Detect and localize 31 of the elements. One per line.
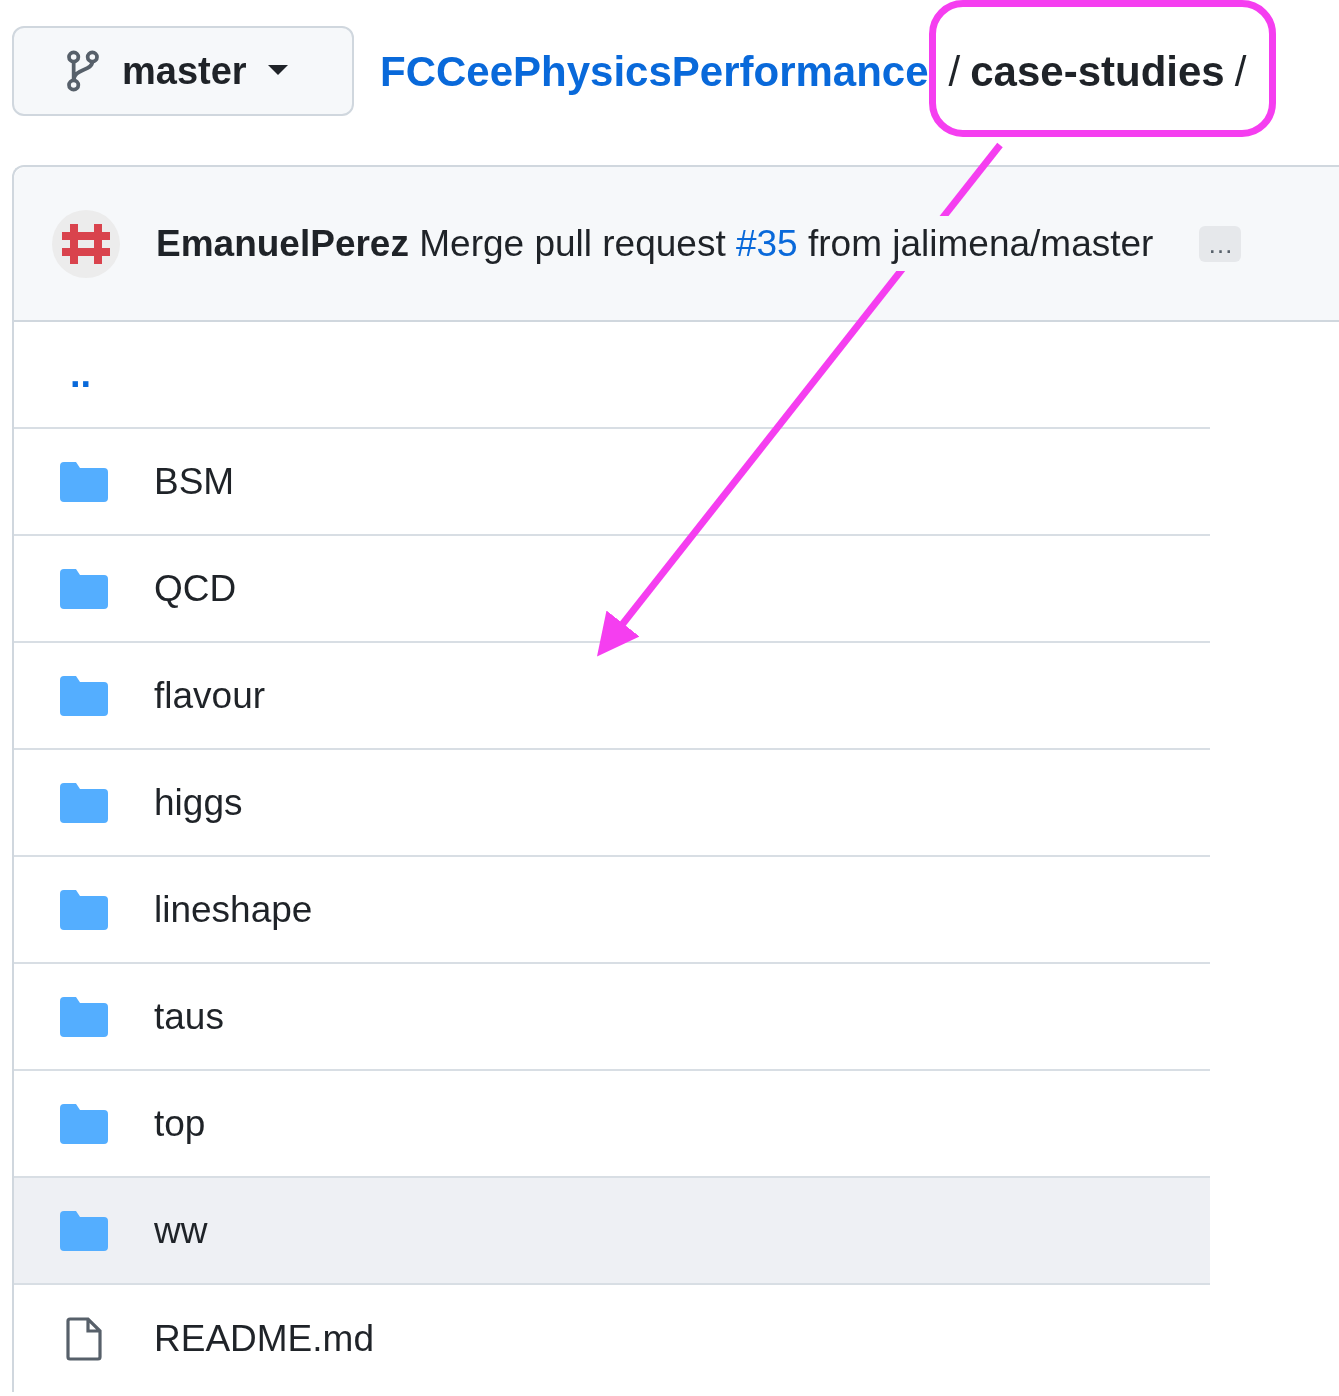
path-separator: / xyxy=(948,46,961,97)
folder-link[interactable]: QCD xyxy=(154,560,237,617)
folder-icon xyxy=(60,675,108,716)
folder-link[interactable]: taus xyxy=(154,988,224,1045)
folder-link[interactable]: flavour xyxy=(154,667,266,724)
folder-link[interactable]: BSM xyxy=(154,453,235,510)
folder-link[interactable]: ww xyxy=(154,1202,208,1259)
folder-icon xyxy=(60,889,108,930)
repo-link[interactable]: FCCeePhysicsPerformance xyxy=(380,39,929,103)
folder-icon xyxy=(60,461,108,502)
folder-icon xyxy=(60,782,108,823)
avatar-icon xyxy=(52,209,120,278)
folder-icon xyxy=(60,1103,108,1144)
more-button[interactable]: … xyxy=(1199,225,1242,262)
file-link[interactable]: README.md xyxy=(154,1310,374,1367)
folder-link[interactable]: lineshape xyxy=(154,881,313,938)
caret-icon xyxy=(266,65,289,77)
folder-link[interactable]: higgs xyxy=(154,774,243,831)
folder-icon xyxy=(60,1210,108,1251)
file-row[interactable]: ww xyxy=(14,1178,1210,1285)
pull-request-link[interactable]: #35 xyxy=(735,222,798,264)
file-icon xyxy=(66,1316,102,1361)
branch-button[interactable]: master xyxy=(12,26,354,116)
folder-link[interactable]: top xyxy=(154,1095,206,1152)
parent-directory-link[interactable]: .. xyxy=(70,346,92,403)
branch-icon xyxy=(64,50,102,92)
folder-icon xyxy=(60,996,108,1037)
path-separator: / xyxy=(1234,46,1247,97)
folder-path: case-studies xyxy=(970,46,1225,97)
folder-icon xyxy=(60,568,108,609)
commit-message: EmanuelPerez Merge pull request #35 from jalimena/master xyxy=(156,215,1154,272)
